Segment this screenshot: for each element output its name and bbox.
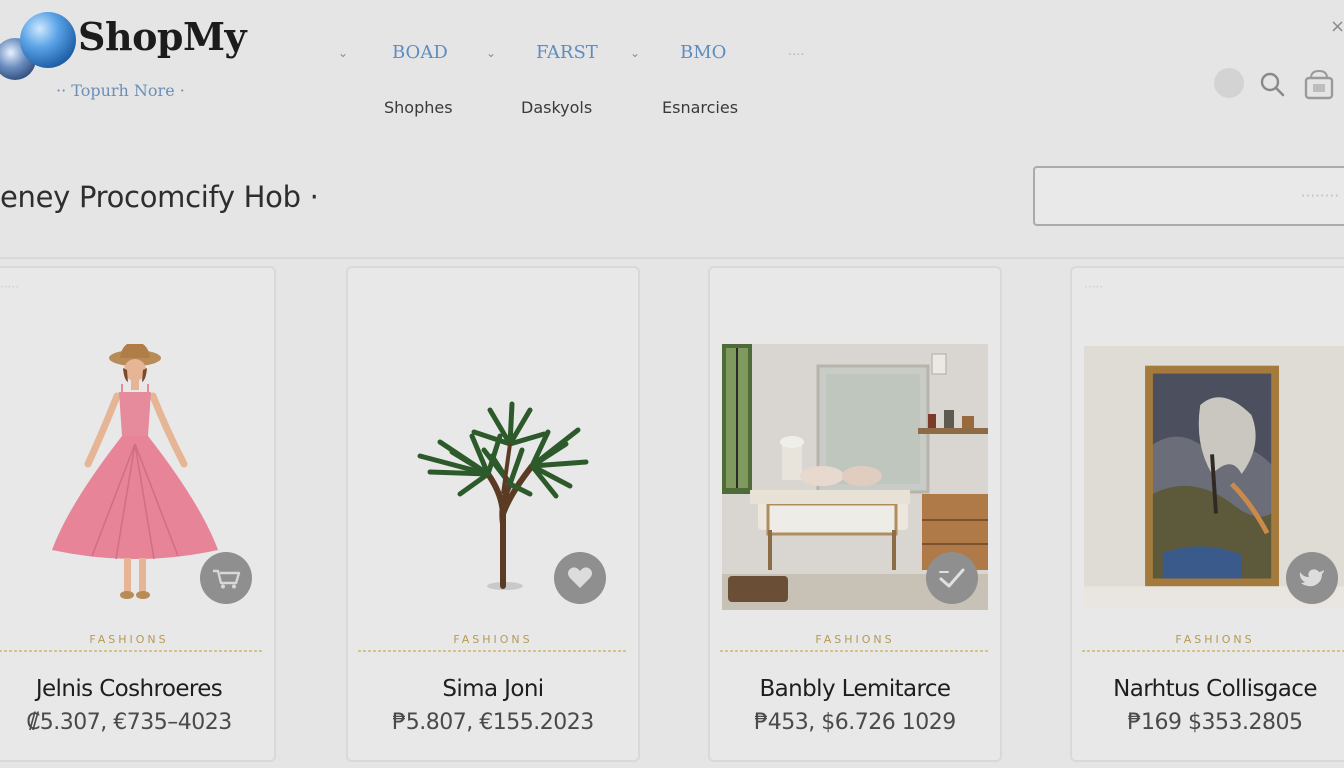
product-card[interactable]: FASHIONS Banbly Lemitarce ₱453, $6.726 1…	[708, 266, 1002, 762]
nav-item-boad[interactable]: BOAD	[392, 42, 448, 63]
card-rule	[1082, 650, 1344, 652]
search-box[interactable]	[1033, 166, 1344, 226]
card-tag: ·····	[1084, 280, 1104, 294]
bird-icon	[1299, 569, 1324, 587]
card-rule	[0, 650, 264, 652]
nav-item-more[interactable]: ····	[788, 48, 805, 63]
chevron-down-icon[interactable]: ⌄	[626, 44, 644, 62]
main-nav: ⌄ BOAD ⌄ FARST ⌄ BMO ···· Shophes Daskyo…	[326, 38, 886, 128]
share-button[interactable]	[1286, 552, 1338, 604]
brand-name: ShopMy	[78, 14, 247, 59]
product-name[interactable]: Sima Joni	[348, 676, 638, 702]
product-price: ₱453, $6.726 1029	[754, 710, 956, 735]
add-to-cart-button[interactable]	[200, 552, 252, 604]
checkmark-icon	[939, 568, 965, 588]
nav-sub-shophes[interactable]: Shophes	[384, 98, 453, 117]
product-price: ₡5.307, €735–4023	[26, 710, 232, 735]
nav-item-farst[interactable]: FARST	[536, 42, 598, 63]
card-rule	[358, 650, 628, 652]
search-input[interactable]	[1049, 182, 1339, 210]
card-brand: FASHIONS	[89, 633, 169, 646]
user-icon[interactable]	[1214, 68, 1244, 98]
favorite-button[interactable]	[554, 552, 606, 604]
nav-sub-daskyols[interactable]: Daskyols	[521, 98, 592, 117]
product-name[interactable]: Narhtus Collisgace	[1072, 676, 1344, 702]
product-card[interactable]: FASHIONS Sima Joni ₱5.807, €155.2023	[346, 266, 640, 762]
search-icon[interactable]	[1258, 70, 1286, 98]
header-actions	[1214, 66, 1344, 102]
product-card[interactable]: ····· FASHIONS Narhtus Collisgace ₱169 $…	[1070, 266, 1344, 762]
saved-button[interactable]	[926, 552, 978, 604]
logo-orb-icon	[20, 12, 76, 68]
brand-tagline: ·· Topurh Nore ·	[56, 81, 185, 100]
shopping-bag-icon[interactable]	[1302, 68, 1336, 100]
product-price: ₱169 $353.2805	[1127, 710, 1303, 735]
chevron-down-icon[interactable]: ⌄	[334, 44, 352, 62]
card-brand: FASHIONS	[453, 633, 533, 646]
close-icon[interactable]: ×	[1330, 16, 1344, 37]
cart-icon	[213, 569, 241, 589]
chevron-down-icon[interactable]: ⌄	[482, 44, 500, 62]
product-price: ₱5.807, €155.2023	[392, 710, 594, 735]
card-brand: FASHIONS	[1175, 633, 1255, 646]
nav-sub-esnarcies[interactable]: Esnarcies	[662, 98, 738, 117]
card-tag: ······	[0, 280, 19, 294]
nav-item-bmo[interactable]: BMO	[680, 42, 726, 63]
logo[interactable]: ShopMy ·· Topurh Nore ·	[0, 8, 280, 108]
page-title: eney Procomcify Hob ·	[0, 180, 319, 214]
card-brand: FASHIONS	[815, 633, 895, 646]
product-name[interactable]: Banbly Lemitarce	[710, 676, 1000, 702]
product-card[interactable]: ······ FASHIONS Jelnis Coshroeres ₡	[0, 266, 276, 762]
product-name[interactable]: Jelnis Coshroeres	[0, 676, 274, 702]
divider	[0, 257, 1344, 259]
card-rule	[720, 650, 990, 652]
heart-icon	[568, 567, 592, 588]
